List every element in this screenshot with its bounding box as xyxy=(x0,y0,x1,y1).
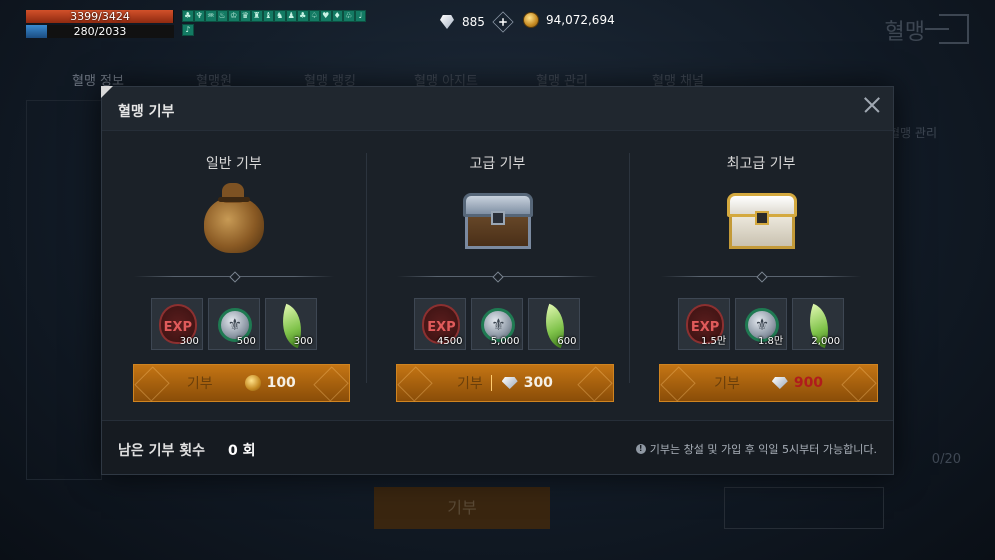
close-icon[interactable] xyxy=(863,96,881,114)
buff-icon[interactable]: ♟ xyxy=(285,10,297,22)
reward-count: 600 xyxy=(557,336,577,347)
donate-cost: 900 xyxy=(771,375,824,391)
hp-value: 3399/3424 xyxy=(70,10,130,23)
buff-icon[interactable]: ♞ xyxy=(274,10,286,22)
reward-exp[interactable]: EXP 300 xyxy=(150,298,203,350)
reward-feather[interactable]: 2,000 xyxy=(792,298,845,350)
clan-donation-dialog: 혈맹 기부 일반 기부 EXP 300 ⚜ 500 300 기부 100 고급 … xyxy=(101,86,894,475)
background-donate-button[interactable]: 기부 xyxy=(374,487,550,529)
reward-count: 1.8만 xyxy=(757,336,784,347)
clan-page-title: 혈맹 xyxy=(884,20,925,45)
cost-value: 300 xyxy=(523,375,553,391)
buff-icon[interactable]: ♥ xyxy=(320,10,332,22)
reward-count: 2,000 xyxy=(811,336,841,347)
donation-notice: ! 기부는 창설 및 가입 후 익일 5시부터 가능합니다. xyxy=(635,441,877,457)
reward-feather[interactable]: 300 xyxy=(264,298,317,350)
buff-icon[interactable]: ♧ xyxy=(343,10,355,22)
reward-clan-coin[interactable]: ⚜ 500 xyxy=(207,298,260,350)
buff-icon[interactable]: ♝ xyxy=(262,10,274,22)
clan-manage-link[interactable]: 혈맹 관리 xyxy=(889,124,937,141)
buff-icon[interactable]: ♨ xyxy=(216,10,228,22)
donate-advanced-button[interactable]: 기부 300 xyxy=(395,364,615,402)
buff-icon[interactable]: ♤ xyxy=(308,10,320,22)
buff-icon[interactable]: ♆ xyxy=(193,10,205,22)
reward-list: EXP 300 ⚜ 500 300 xyxy=(102,298,366,350)
background-panel xyxy=(26,100,102,480)
diamond-currency: 885 xyxy=(438,11,514,33)
cost-value: 100 xyxy=(266,375,296,391)
donation-tier-basic: 일반 기부 EXP 300 ⚜ 500 300 기부 100 xyxy=(102,131,366,419)
buff-icon[interactable]: ♣ xyxy=(182,10,194,22)
donate-basic-button[interactable]: 기부 100 xyxy=(133,364,350,402)
reward-count: 300 xyxy=(179,336,199,347)
diamond-icon xyxy=(438,15,456,29)
reward-count: 500 xyxy=(236,336,256,347)
reward-count: 300 xyxy=(293,336,313,347)
hp-bar: 3399/3424 xyxy=(26,10,174,23)
corner-ornament xyxy=(101,86,113,98)
remaining-count-value: 0 회 xyxy=(228,443,256,459)
reward-exp[interactable]: EXP 4500 xyxy=(414,298,467,350)
buff-icon[interactable]: ♜ xyxy=(251,10,263,22)
buff-icons: ♣ ♆ ♒ ♨ ♔ ♛ ♜ ♝ ♞ ♟ ♣ ♤ ♥ ♦ ♧ ♩ ♪ xyxy=(182,10,366,38)
reward-count: 4500 xyxy=(436,336,463,347)
diamond-amount: 885 xyxy=(462,15,485,29)
gold-currency: 94,072,694 xyxy=(523,12,615,28)
buff-icon[interactable]: ♪ xyxy=(182,24,194,36)
dialog-title: 혈맹 기부 xyxy=(118,104,175,120)
donation-tiers: 일반 기부 EXP 300 ⚜ 500 300 기부 100 고급 기부 EXP… xyxy=(102,131,893,419)
reward-count: 1.5만 xyxy=(700,336,727,347)
gold-amount: 94,072,694 xyxy=(546,13,615,27)
diamond-icon xyxy=(771,377,788,389)
buff-icon[interactable]: ♔ xyxy=(228,10,240,22)
donation-tier-advanced: 고급 기부 EXP 4500 ⚜ 5,000 600 기부 300 xyxy=(365,131,630,419)
gold-coin-icon xyxy=(244,375,261,391)
dialog-header: 혈맹 기부 xyxy=(102,87,893,131)
reward-list: EXP 4500 ⚜ 5,000 600 xyxy=(366,298,630,350)
buff-icon[interactable]: ♒ xyxy=(205,10,217,22)
add-diamond-button[interactable] xyxy=(492,11,514,33)
donate-cost: 300 xyxy=(501,375,553,391)
donate-button-label: 기부 xyxy=(714,376,740,392)
mp-bar: 280/2033 xyxy=(26,25,174,38)
divider-ornament xyxy=(397,276,598,277)
gold-coin-icon xyxy=(523,12,539,28)
reward-count: 5,000 xyxy=(490,336,520,347)
exit-icon[interactable] xyxy=(925,14,969,44)
tier-title: 고급 기부 xyxy=(469,156,526,172)
divider-ornament xyxy=(660,276,862,277)
white-gold-chest-icon xyxy=(721,179,801,259)
mp-value: 280/2033 xyxy=(73,25,127,38)
player-status-bars: 3399/3424 280/2033 xyxy=(26,10,174,40)
donation-tier-premium: 최고급 기부 EXP 1.5만 ⚜ 1.8만 2,000 기부 900 xyxy=(629,131,893,419)
divider-ornament xyxy=(133,276,334,277)
background-secondary-button[interactable] xyxy=(724,487,884,529)
silver-chest-icon xyxy=(457,179,537,259)
sack-icon xyxy=(194,179,274,259)
buff-icon[interactable]: ♩ xyxy=(354,10,366,22)
remaining-count-label: 남은 기부 횟수 xyxy=(118,443,206,459)
dialog-footer: 남은 기부 횟수 0 회 ! 기부는 창설 및 가입 후 익일 5시부터 가능합… xyxy=(102,420,893,474)
donate-premium-button[interactable]: 기부 900 xyxy=(659,364,878,402)
buff-icon[interactable]: ♦ xyxy=(331,10,343,22)
member-count: 0/20 xyxy=(931,452,961,467)
donate-cost: 100 xyxy=(244,375,296,391)
reward-clan-coin[interactable]: ⚜ 1.8만 xyxy=(735,298,788,350)
reward-exp[interactable]: EXP 1.5만 xyxy=(678,298,731,350)
buff-icon[interactable]: ♣ xyxy=(297,10,309,22)
button-separator xyxy=(490,375,492,391)
donate-button-label: 기부 xyxy=(456,376,483,392)
tier-title: 최고급 기부 xyxy=(726,156,796,172)
diamond-icon xyxy=(501,377,518,389)
notice-text: 기부는 창설 및 가입 후 익일 5시부터 가능합니다. xyxy=(649,443,877,456)
reward-clan-coin[interactable]: ⚜ 5,000 xyxy=(471,298,524,350)
cost-value: 900 xyxy=(793,375,824,391)
buff-icon[interactable]: ♛ xyxy=(239,10,251,22)
reward-feather[interactable]: 600 xyxy=(528,298,581,350)
reward-list: EXP 1.5만 ⚜ 1.8만 2,000 xyxy=(629,298,893,350)
tier-title: 일반 기부 xyxy=(205,156,262,172)
donate-button-label: 기부 xyxy=(186,376,213,392)
info-icon: ! xyxy=(635,444,646,454)
